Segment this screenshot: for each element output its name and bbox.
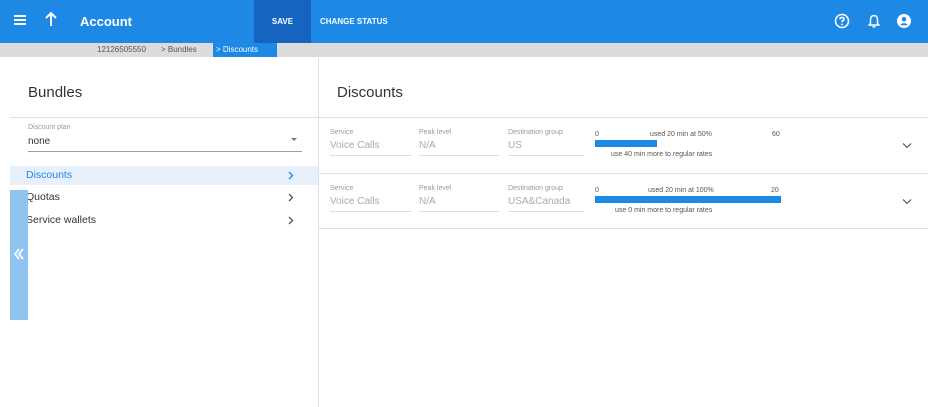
- usage-min: 0: [595, 131, 599, 138]
- usage-progress-bar: [595, 196, 781, 203]
- sidebar-item-label: Discounts: [26, 169, 73, 181]
- dropdown-caret-icon[interactable]: [291, 138, 297, 141]
- bundles-heading: Bundles: [28, 84, 83, 101]
- usage-max: 20: [771, 187, 779, 194]
- service-label: Service: [330, 129, 354, 136]
- user-icon[interactable]: [896, 13, 912, 29]
- divider: [10, 117, 318, 118]
- sidebar-item-quotas[interactable]: Quotas: [10, 188, 318, 207]
- destination-group-value: US: [508, 140, 522, 151]
- discount-row: Service Voice Calls Peak level N/A Desti…: [319, 174, 928, 228]
- usage-text: used 20 min at 50%: [650, 131, 712, 138]
- usage-progress-bar: [595, 140, 781, 147]
- field-underline: [330, 155, 412, 156]
- usage-text: used 20 min at 100%: [648, 187, 714, 194]
- field-underline: [419, 211, 499, 212]
- usage-note: use 40 min more to regular rates: [611, 151, 713, 158]
- sidebar-item-label: Quotas: [26, 191, 60, 203]
- notifications-icon[interactable]: [866, 13, 882, 29]
- chevron-right-icon: [288, 171, 294, 180]
- change-status-button[interactable]: CHANGE STATUS: [320, 0, 388, 43]
- breadcrumb-bundles[interactable]: > Bundles: [161, 45, 197, 54]
- destination-group-label: Destination group: [508, 129, 563, 136]
- breadcrumb: 12126505550 > Bundles > Discounts: [0, 43, 928, 57]
- expand-chevron-icon[interactable]: [902, 198, 912, 205]
- sidebar-item-label: Service wallets: [26, 214, 97, 226]
- usage-progress-fill: [595, 196, 781, 203]
- top-app-bar: Account SAVE CHANGE STATUS: [0, 0, 928, 43]
- destination-group-value: USA&Canada: [508, 196, 571, 207]
- page-title: Account: [80, 14, 132, 29]
- double-chevron-left-icon: [13, 248, 24, 260]
- usage-note: use 0 min more to regular rates: [615, 207, 713, 214]
- back-arrow-icon[interactable]: [44, 11, 58, 27]
- collapse-panel-button[interactable]: [10, 190, 28, 320]
- panel-divider: [318, 58, 319, 407]
- breadcrumb-current: > Discounts: [213, 43, 277, 57]
- peak-level-value: N/A: [419, 196, 436, 207]
- destination-group-label: Destination group: [508, 185, 563, 192]
- usage-max: 60: [772, 131, 780, 138]
- save-button[interactable]: SAVE: [254, 0, 311, 43]
- menu-icon[interactable]: [14, 15, 26, 25]
- discounts-heading: Discounts: [337, 84, 403, 101]
- sidebar-item-discounts[interactable]: Discounts: [10, 166, 318, 185]
- field-underline: [419, 155, 499, 156]
- bundles-panel: Bundles Discount plan none Discounts Quo…: [10, 58, 318, 407]
- help-icon[interactable]: [834, 13, 850, 29]
- divider: [319, 228, 928, 229]
- service-value: Voice Calls: [330, 140, 380, 151]
- service-label: Service: [330, 185, 354, 192]
- peak-level-value: N/A: [419, 140, 436, 151]
- usage-progress-fill: [595, 140, 657, 147]
- sidebar-item-service-wallets[interactable]: Service wallets: [10, 211, 318, 230]
- chevron-right-icon: [288, 216, 294, 225]
- field-underline: [508, 211, 584, 212]
- discount-plan-select[interactable]: none: [28, 136, 50, 147]
- discount-plan-label: Discount plan: [28, 124, 71, 131]
- field-underline: [330, 211, 412, 212]
- discount-row: Service Voice Calls Peak level N/A Desti…: [319, 118, 928, 172]
- expand-chevron-icon[interactable]: [902, 142, 912, 149]
- chevron-right-icon: [288, 193, 294, 202]
- field-underline: [508, 155, 584, 156]
- peak-level-label: Peak level: [419, 129, 452, 136]
- peak-level-label: Peak level: [419, 185, 452, 192]
- breadcrumb-account[interactable]: 12126505550: [97, 45, 146, 54]
- select-underline: [28, 151, 302, 152]
- usage-min: 0: [595, 187, 599, 194]
- service-value: Voice Calls: [330, 196, 380, 207]
